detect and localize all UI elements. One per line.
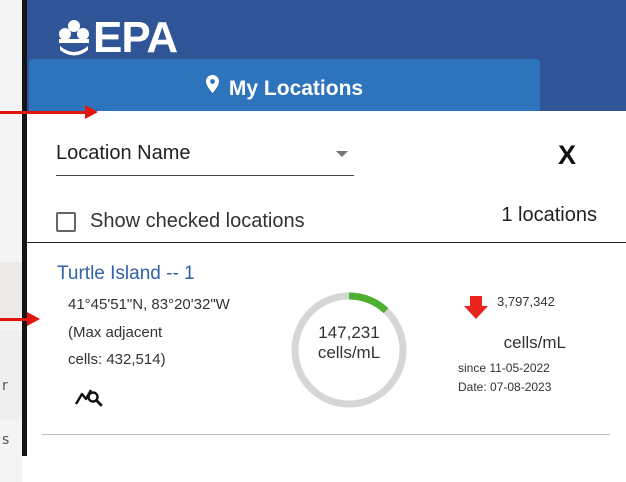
change-value: 3,797,342 xyxy=(497,294,555,309)
app-header: EPA My Locations xyxy=(27,0,626,111)
change-unit: cells/mL xyxy=(503,333,566,352)
gauge-value: 147,231 xyxy=(318,323,380,342)
trend-chart-button[interactable] xyxy=(74,384,104,413)
sort-select[interactable]: Location Name xyxy=(56,132,354,176)
sort-select-value: Location Name xyxy=(56,142,191,164)
background-map-strip: r s xyxy=(0,0,22,482)
show-checked-label[interactable]: Show checked locations xyxy=(90,210,305,233)
map-pin-icon xyxy=(205,75,219,93)
location-count: 1 locations xyxy=(501,204,597,226)
divider xyxy=(27,242,626,243)
logo-text: EPA xyxy=(93,13,178,62)
show-checked-checkbox[interactable] xyxy=(56,211,76,232)
background-glyph: s xyxy=(2,432,10,448)
trend-search-icon xyxy=(74,389,103,407)
background-fragment xyxy=(0,330,22,420)
location-coordinates: 41°45'51"N, 83°20'32"W xyxy=(68,296,230,313)
background-fragment xyxy=(0,262,22,322)
tab-label: My Locations xyxy=(228,77,364,100)
tab-my-locations[interactable]: My Locations xyxy=(29,59,540,111)
max-adjacent-text: (Max adjacent xyxy=(68,324,163,341)
dropdown-caret-icon xyxy=(336,151,348,157)
annotation-arrow xyxy=(0,105,98,119)
down-arrow-icon xyxy=(464,296,488,319)
gauge-unit: cells/mL xyxy=(317,343,381,362)
max-adjacent-text: cells: 432,514) xyxy=(68,351,166,368)
background-glyph: r xyxy=(2,378,8,394)
since-date: since 11-05-2022 xyxy=(458,361,550,375)
location-name-link[interactable]: Turtle Island -- 1 xyxy=(57,263,195,285)
divider xyxy=(42,434,610,435)
epa-flower-icon xyxy=(59,20,89,56)
epa-logo[interactable]: EPA xyxy=(57,13,178,62)
show-checked-row: Show checked locations xyxy=(56,210,305,233)
measurement-date: Date: 07-08-2023 xyxy=(458,380,552,394)
annotation-arrow xyxy=(0,312,40,326)
close-button[interactable]: X xyxy=(552,138,582,172)
